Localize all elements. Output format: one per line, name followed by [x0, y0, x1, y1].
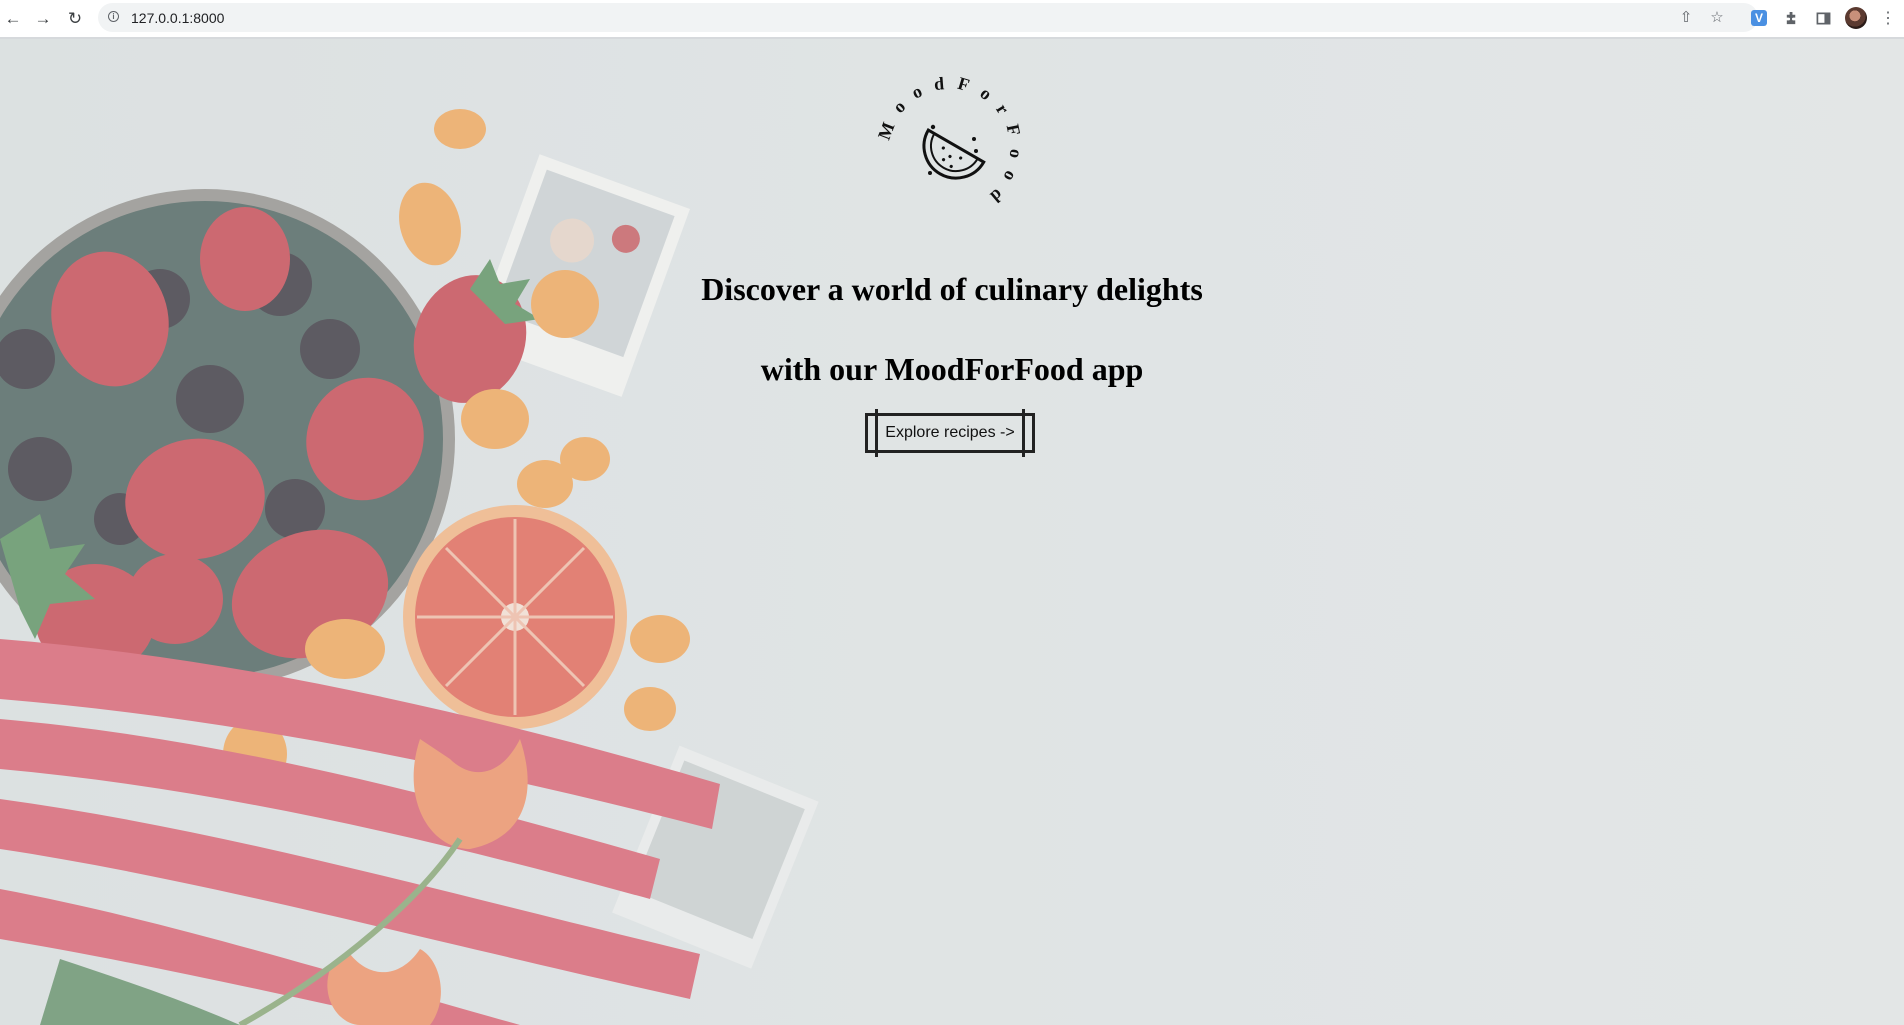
button-frame-tick-left	[875, 409, 878, 457]
side-panel-icon[interactable]	[1813, 8, 1833, 28]
explore-recipes-button[interactable]: Explore recipes ->	[865, 409, 1035, 457]
explore-recipes-label: Explore recipes ->	[885, 424, 1015, 441]
moodforfood-logo[interactable]: MoodForFood	[870, 69, 1030, 229]
browser-toolbar: ← → ↻ i 127.0.0.1:8000 ⇧ ☆ V ⋮	[0, 0, 1904, 37]
site-info-icon[interactable]: i	[108, 11, 119, 22]
profile-avatar[interactable]	[1845, 7, 1867, 29]
extensions-puzzle-icon[interactable]	[1781, 8, 1801, 28]
address-bar[interactable]: i 127.0.0.1:8000 ⇧ ☆	[98, 3, 1758, 32]
url-text[interactable]: 127.0.0.1:8000	[131, 10, 224, 26]
hero-heading-line-2: with our MoodForFood app	[760, 351, 1144, 387]
extension-v-icon[interactable]: V	[1751, 10, 1767, 26]
reload-icon[interactable]: ↻	[64, 7, 86, 29]
more-menu-icon[interactable]: ⋮	[1878, 8, 1898, 28]
button-frame-tick-right	[1022, 409, 1025, 457]
back-arrow-icon[interactable]: ←	[2, 7, 24, 29]
hero-heading-line-1: Discover a world of culinary delights	[701, 271, 1203, 307]
share-icon[interactable]: ⇧	[1677, 8, 1695, 26]
landing-page: MoodForFood Discover a world of culinary…	[0, 39, 1904, 1025]
bookmark-star-icon[interactable]: ☆	[1708, 8, 1726, 26]
forward-arrow-icon[interactable]: →	[32, 7, 54, 29]
